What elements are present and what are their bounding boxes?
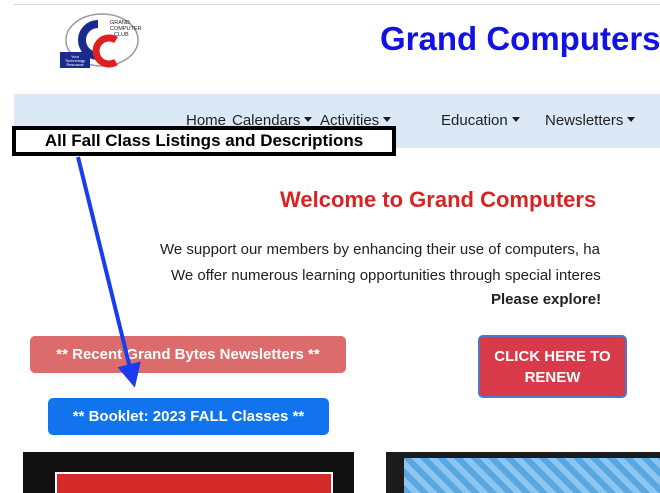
fall-booklet-button[interactable]: ** Booklet: 2023 FALL Classes **: [48, 398, 329, 435]
chevron-down-icon: [627, 117, 636, 122]
renew-line-1: CLICK HERE TO: [494, 347, 611, 365]
promo-image-right-inner: [404, 458, 660, 493]
welcome-heading: Welcome to Grand Computers: [280, 187, 597, 212]
logo-text-club: CLUB: [114, 32, 129, 38]
club-logo[interactable]: GRAND COMPUTERS CLUB Your Technology Res…: [58, 10, 145, 72]
promo-image-left-inner: [55, 472, 333, 493]
callout-label: All Fall Class Listings and Descriptions: [44, 131, 364, 150]
svg-text:Resource: Resource: [66, 62, 84, 67]
intro-line-2: We offer numerous learning opportunities…: [171, 267, 601, 284]
renew-button[interactable]: CLICK HERE TO RENEW: [478, 335, 627, 398]
nav-item-newsletters[interactable]: Newsletters: [545, 112, 636, 129]
chevron-down-icon: [511, 117, 520, 122]
site-title[interactable]: Grand Computers: [380, 20, 660, 58]
chevron-down-icon: [383, 117, 392, 122]
intro-line-3: Please explore!: [491, 291, 602, 308]
callout-box: All Fall Class Listings and Descriptions: [12, 126, 396, 156]
chevron-down-icon: [304, 117, 313, 122]
top-divider: [14, 4, 660, 5]
intro-line-1: We support our members by enhancing thei…: [160, 241, 600, 258]
renew-line-2: RENEW: [524, 368, 581, 386]
nav-item-education[interactable]: Education: [441, 112, 520, 129]
recent-newsletters-button[interactable]: ** Recent Grand Bytes Newsletters **: [30, 336, 346, 373]
